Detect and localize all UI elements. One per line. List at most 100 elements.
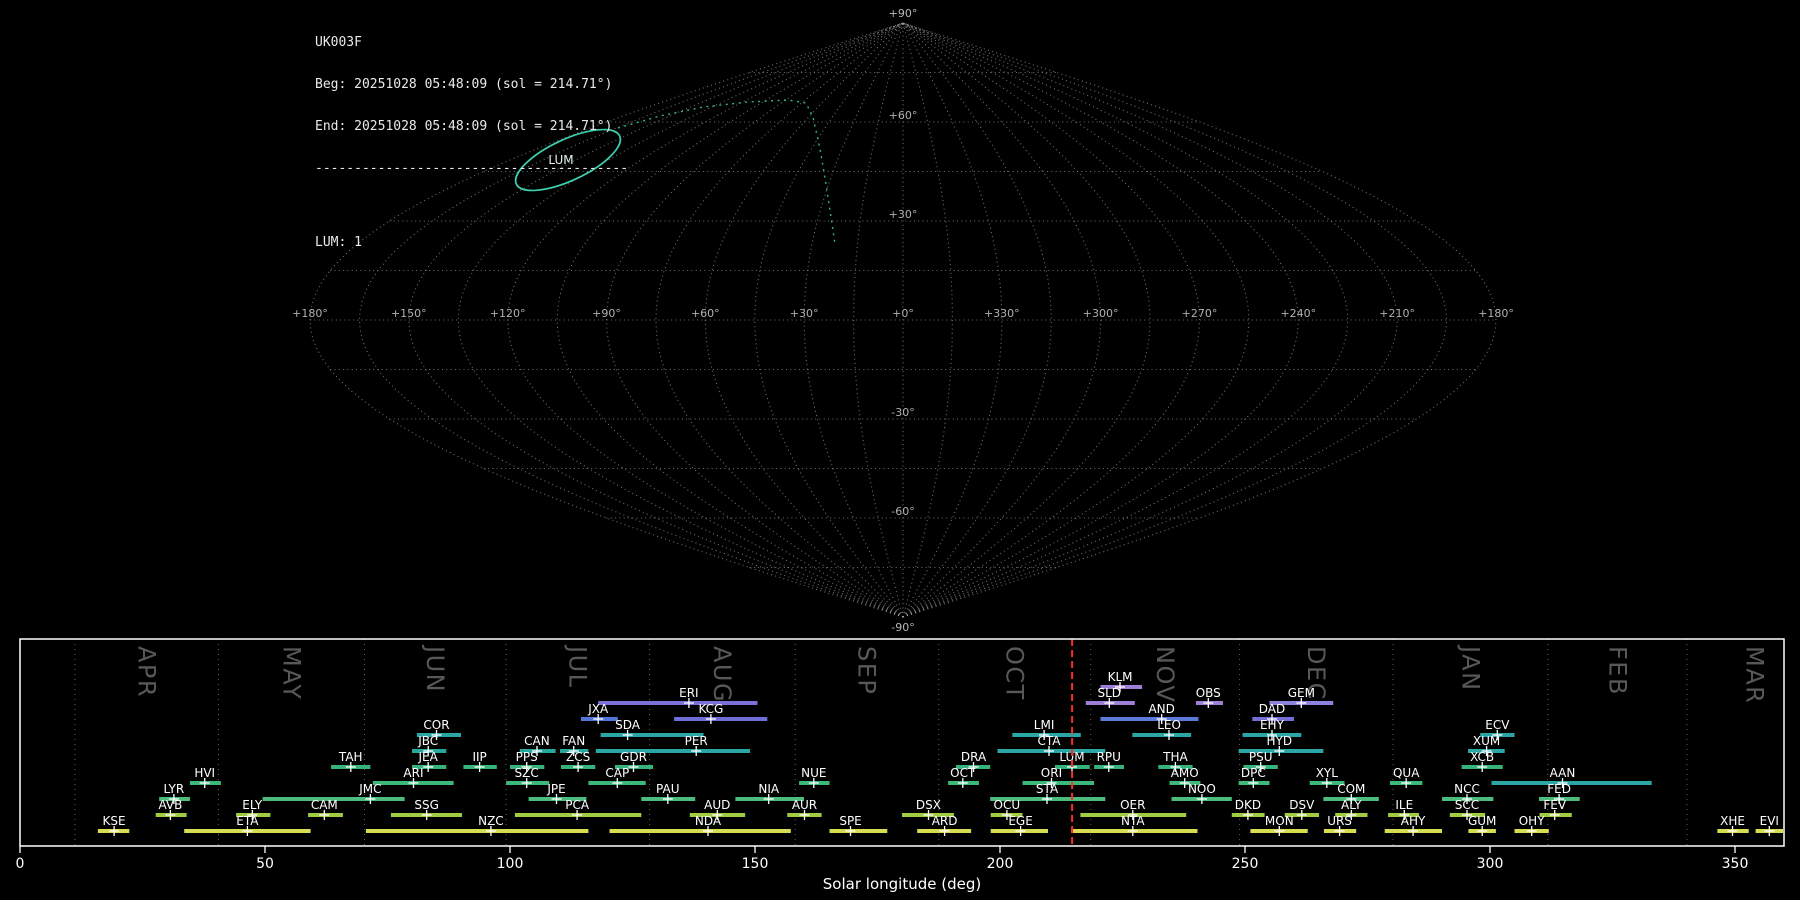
shower-DPC: DPC [1238, 766, 1270, 788]
shower-OCT: OCT [948, 766, 979, 788]
shower-code-label: CAN [524, 734, 550, 748]
shower-URS: URS [1323, 814, 1357, 836]
shower-OHY: OHY [1514, 814, 1549, 836]
axis-tick-label: 250 [1232, 856, 1259, 872]
lon-label: +180° [292, 307, 328, 320]
shower-SPE: SPE [829, 814, 888, 836]
shower-code-label: FAN [562, 734, 585, 748]
shower-code-label: QUA [1393, 766, 1420, 780]
shower-code-label: NUE [801, 766, 826, 780]
shower-code-label: GDR [620, 750, 647, 764]
meteor-activity-screen: +90° -90° +60° +30° -30° -60° +180° +150° +120° +… [0, 0, 1800, 900]
shower-code-label: LMI [1034, 718, 1055, 732]
axis-tick-label: 200 [987, 856, 1014, 872]
axis-tick-label: 350 [1722, 856, 1749, 872]
shower-code-label: XYL [1316, 766, 1339, 780]
axis-tick-label: 150 [742, 856, 769, 872]
shower-SZC: SZC [506, 766, 550, 788]
shower-NUE: NUE [799, 766, 830, 788]
shower-code-label: COR [423, 718, 449, 732]
end-line: End: 20251028 05:48:09 (sol = 214.71°) [315, 119, 613, 134]
pole-label-north: +90° [889, 7, 918, 20]
shower-code-label: EVI [1760, 814, 1779, 828]
shower-code-label: THA [1162, 750, 1188, 764]
shower-CAM: CAM [308, 798, 343, 820]
lon-label: +60° [691, 307, 720, 320]
shower-XHE: XHE [1717, 814, 1749, 836]
grid-meridian [902, 22, 1102, 618]
shower-SSG: SSG [390, 798, 462, 820]
grid-meridian [902, 22, 1349, 618]
shower-MON: MON [1250, 814, 1308, 836]
shower-code-label: DAD [1259, 702, 1285, 716]
shower-ORI: ORI [1022, 766, 1095, 788]
shower-EVI: EVI [1755, 814, 1783, 836]
shower-code-label: DSX [916, 798, 941, 812]
month-label-NOV: NOV [1151, 646, 1179, 703]
lon-label: +30° [790, 307, 819, 320]
shower-ZCS: ZCS [561, 750, 596, 772]
pole-label-south: -90° [891, 621, 914, 634]
shower-code-label: CTA [1038, 734, 1062, 748]
shower-code-label: EHY [1260, 718, 1285, 732]
axis-tick-label: 300 [1477, 856, 1504, 872]
shower-PER: PER [595, 734, 751, 756]
separator-line: ---------------------------------------- [315, 161, 629, 176]
shower-code-label: LYR [163, 782, 184, 796]
shower-code-label: IIP [472, 750, 486, 764]
shower-code-label: JPE [546, 782, 565, 796]
lat-label: +60° [889, 109, 918, 122]
shower-code-label: NTA [1121, 814, 1145, 828]
shower-NOO: NOO [1171, 782, 1232, 804]
shower-code-label: AUD [704, 798, 730, 812]
shower-code-label: SZC [515, 766, 539, 780]
shower-code-label: KLM [1108, 670, 1133, 684]
shower-code-label: AHY [1401, 814, 1426, 828]
shower-code-label: PSU [1249, 750, 1273, 764]
shower-code-label: XHE [1720, 814, 1745, 828]
shower-code-label: SCC [1455, 798, 1479, 812]
axis-tick-label: 0 [16, 856, 25, 872]
grid-meridian [902, 22, 1003, 618]
shower-code-label: OCU [994, 798, 1021, 812]
lon-label: +120° [490, 307, 526, 320]
shower-code-label: ETA [236, 814, 259, 828]
shower-code-label: JEA [417, 750, 438, 764]
info-panel: UK003F Beg: 20251028 05:48:09 (sol = 214… [315, 8, 628, 278]
shower-code-label: FEV [1543, 798, 1566, 812]
shower-code-label: KCG [698, 702, 723, 716]
shower-code-label: NZC [478, 814, 504, 828]
lon-label: +300° [1083, 307, 1119, 320]
shower-DKD: DKD [1231, 798, 1265, 820]
shower-code-label: ARD [932, 814, 958, 828]
shower-code-label: EGE [1008, 814, 1032, 828]
month-label-JUL: JUL [564, 644, 592, 689]
shower-ARI: ARI [372, 766, 454, 788]
month-label-FEB: FEB [1603, 646, 1631, 696]
shower-code-label: MON [1265, 814, 1294, 828]
shower-code-label: GEM [1288, 686, 1315, 700]
shower-code-label: NCC [1454, 782, 1480, 796]
shower-code-label: HYD [1267, 734, 1293, 748]
lat-label: -30° [891, 406, 914, 419]
shower-IIP: IIP [463, 750, 497, 772]
shower-code-label: JXA [587, 702, 609, 716]
shower-code-label: PER [685, 734, 708, 748]
month-label-APR: APR [132, 646, 160, 698]
shower-code-label: CAM [311, 798, 338, 812]
beg-line: Beg: 20251028 05:48:09 (sol = 214.71°) [315, 77, 613, 92]
shower-code-label: ALY [1341, 798, 1362, 812]
shower-code-label: URS [1327, 814, 1352, 828]
x-axis-title: Solar longitude (deg) [823, 875, 981, 893]
shower-code-label: OCT [950, 766, 976, 780]
station-id: UK003F [315, 35, 362, 50]
shower-code-label: DRA [961, 750, 987, 764]
shower-code-label: AVB [158, 798, 182, 812]
shower-code-label: XCB [1470, 750, 1494, 764]
shower-code-label: JBC [417, 734, 438, 748]
shower-code-label: XUM [1473, 734, 1500, 748]
shower-code-label: STA [1036, 782, 1059, 796]
shower-code-label: OER [1120, 798, 1145, 812]
lon-label: +90° [592, 307, 621, 320]
shower-code-label: PAU [656, 782, 679, 796]
